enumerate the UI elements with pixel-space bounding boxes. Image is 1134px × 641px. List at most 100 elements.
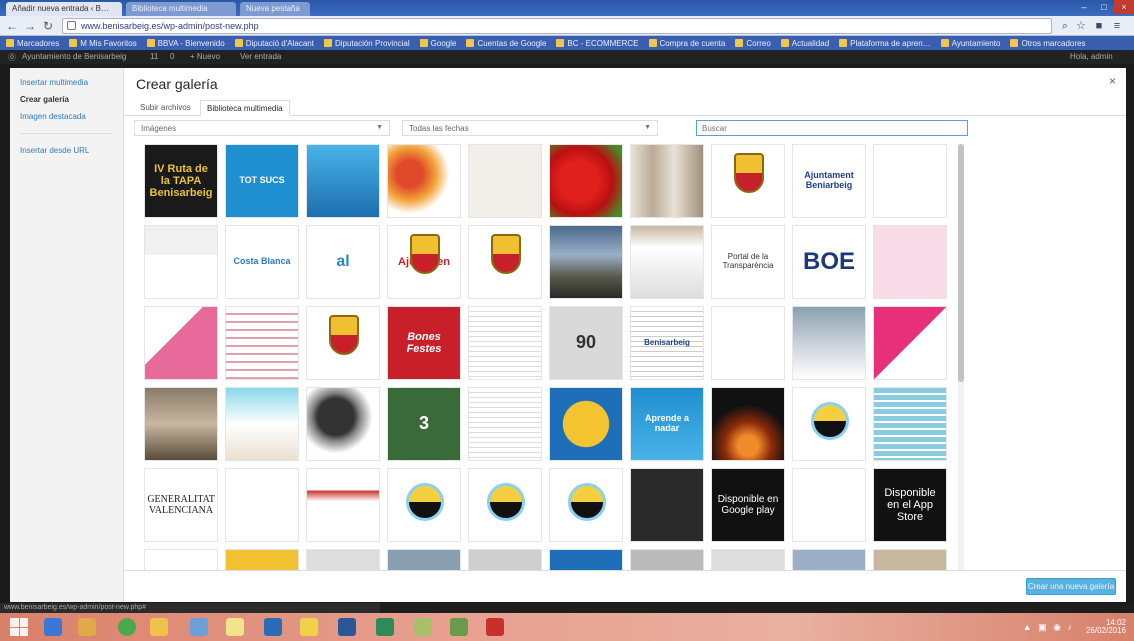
chrome-icon[interactable] (118, 618, 136, 636)
wp-logo-icon[interactable]: ⓪ (8, 52, 16, 63)
bookmark-item[interactable]: BC - ECOMMERCE (556, 39, 639, 48)
attachment-thumbnail[interactable] (630, 549, 704, 570)
attachment-thumbnail-circle-logo-4[interactable] (549, 468, 623, 542)
comments-count[interactable]: 0 (170, 52, 174, 61)
attachment-thumbnail-pink-document[interactable] (873, 225, 947, 299)
attachment-thumbnail-al-logo[interactable]: al (306, 225, 380, 299)
menu-item-insert-media[interactable]: Insertar multimedia (10, 74, 123, 91)
attachment-thumbnail-benisarbeig-doc[interactable]: Benisarbeig (630, 306, 704, 380)
attachment-thumbnail-mountain-landscape[interactable] (549, 225, 623, 299)
notes-icon[interactable] (300, 618, 318, 636)
menu-item-create-gallery[interactable]: Crear galería (10, 91, 123, 108)
attachment-thumbnail-strawberries[interactable] (549, 144, 623, 218)
browser-tab[interactable]: Nueva pestaña (240, 2, 310, 16)
attachment-thumbnail-chalkboard[interactable] (630, 468, 704, 542)
publisher-icon[interactable] (414, 618, 432, 636)
view-post-link[interactable]: Ver entrada (240, 52, 281, 61)
search-icon[interactable] (44, 618, 62, 636)
attachment-thumbnail-google-play-badge[interactable]: Disponible en Google play (711, 468, 785, 542)
attachment-thumbnail-blue-doc[interactable] (873, 387, 947, 461)
folder-icon[interactable] (150, 618, 168, 636)
close-icon[interactable]: × (1109, 74, 1116, 88)
attachment-thumbnail-speed-90[interactable]: 90 (549, 306, 623, 380)
menu-icon[interactable]: ≡ (1110, 19, 1124, 33)
attachment-thumbnail[interactable] (387, 549, 461, 570)
attachment-thumbnail-coat-of-arms-1[interactable] (711, 144, 785, 218)
explorer-icon[interactable] (226, 618, 244, 636)
minimize-icon[interactable]: – (1074, 0, 1094, 14)
acrobat-icon[interactable] (486, 618, 504, 636)
grid-scrollbar[interactable] (958, 144, 964, 570)
bookmark-item[interactable]: Marcadores (6, 39, 59, 48)
attachment-thumbnail-document-red-2[interactable] (468, 387, 542, 461)
tab-upload-files[interactable]: Subir archivos (134, 100, 197, 116)
start-button[interactable] (10, 618, 28, 636)
attachment-thumbnail-text-doc[interactable] (711, 306, 785, 380)
attachment-thumbnail-vegetables[interactable] (387, 144, 461, 218)
attachment-thumbnail-building-facade[interactable] (630, 144, 704, 218)
attachment-thumbnail-circle-logo-3[interactable] (468, 468, 542, 542)
bookmark-item[interactable]: Google (419, 39, 456, 48)
extension-icon[interactable]: ■ (1092, 19, 1106, 33)
attachment-thumbnail-tires[interactable] (306, 387, 380, 461)
attachment-thumbnail-pink-poster-2[interactable] (873, 306, 947, 380)
attachment-thumbnail-sun-sunglasses[interactable] (549, 387, 623, 461)
bookmark-item[interactable]: Compra de cuenta (648, 39, 725, 48)
updates-count[interactable]: 11 (150, 52, 158, 61)
attachment-thumbnail-circle-logo-1[interactable] (792, 387, 866, 461)
attachment-thumbnail-ruta-tapa-poster[interactable]: IV Ruta de la TAPA Benisarbeig (144, 144, 218, 218)
attachment-thumbnail-blank-doc[interactable] (792, 468, 866, 542)
attachment-thumbnail-boe-logo[interactable]: BOE (792, 225, 866, 299)
firefox-icon[interactable] (78, 618, 96, 636)
attachment-thumbnail-fish-sea-blue[interactable] (306, 144, 380, 218)
attachment-thumbnail[interactable] (792, 549, 866, 570)
attachment-thumbnail-diputacion-logo[interactable] (873, 144, 947, 218)
attachment-thumbnail-red-doc[interactable] (306, 468, 380, 542)
bookmark-item[interactable]: BBVA - Bienvenido (146, 39, 225, 48)
reload-icon[interactable]: ↻ (40, 18, 56, 34)
search-icon[interactable]: ⌕ (1058, 19, 1072, 33)
search-input[interactable] (696, 120, 968, 136)
attachment-thumbnail-portal-transparencia[interactable]: Portal de la Transparència (711, 225, 785, 299)
attachment-thumbnail-ajuntament-beniarbeig-logo[interactable]: Ajuntament Beniarbeig (792, 144, 866, 218)
attachment-thumbnail[interactable] (144, 549, 218, 570)
word-icon[interactable] (338, 618, 356, 636)
attachment-thumbnail-aprende-nadar[interactable]: Aprende a nadar (630, 387, 704, 461)
attachment-thumbnail-coat-of-arms-3[interactable] (306, 306, 380, 380)
bookmark-item[interactable]: Correo (735, 39, 771, 48)
bookmark-item[interactable]: Actualidad (780, 39, 829, 48)
attachment-thumbnail[interactable] (306, 549, 380, 570)
menu-item-insert-from-url[interactable]: Insertar desde URL (10, 142, 123, 159)
site-name-link[interactable]: Ayuntamiento de Benisarbeig (22, 52, 126, 61)
attachment-thumbnail-bones-festes[interactable]: Bones Festes (387, 306, 461, 380)
bookmark-item[interactable]: Otros marcadores (1010, 39, 1085, 48)
bookmark-item[interactable]: Cuentas de Google (466, 39, 546, 48)
bookmark-item[interactable]: Ayuntamiento (940, 39, 1000, 48)
attachment-thumbnail-generalitat-valenciana[interactable]: GENERALITAT VALENCIANA (144, 468, 218, 542)
attachment-thumbnail-old-street[interactable] (144, 387, 218, 461)
attachment-thumbnail-costa-blanca-logo[interactable]: Costa Blanca (225, 225, 299, 299)
bookmark-item[interactable]: Diputació d'Alacant (234, 39, 314, 48)
attachment-thumbnail[interactable] (549, 549, 623, 570)
attachment-thumbnail-banner-blank[interactable] (144, 225, 218, 299)
address-bar[interactable]: www.benisarbeig.es/wp-admin/post-new.php (62, 18, 1052, 34)
app-icon[interactable] (450, 618, 468, 636)
forward-icon[interactable]: → (22, 18, 38, 34)
excel-icon[interactable] (376, 618, 394, 636)
back-icon[interactable]: ← (4, 18, 20, 34)
scrollbar-thumb[interactable] (958, 144, 964, 382)
attachment-thumbnail[interactable] (873, 549, 947, 570)
attachment-thumbnail-tot-sucs-poster[interactable]: TOT SUCS (225, 144, 299, 218)
account-menu[interactable]: Hola, admin (1070, 52, 1113, 61)
attachment-thumbnail[interactable] (468, 549, 542, 570)
date-filter-select[interactable]: Todas las fechas ▼ (402, 120, 658, 136)
attachment-thumbnail[interactable] (225, 549, 299, 570)
app-icon[interactable] (190, 618, 208, 636)
attachment-thumbnail-circle-logo-2[interactable] (387, 468, 461, 542)
attachment-thumbnail-document-red[interactable] (468, 306, 542, 380)
bookmark-item[interactable]: M Mis Favoritos (69, 39, 137, 48)
attachment-thumbnail-pink-poster[interactable] (144, 306, 218, 380)
browser-tab[interactable]: Biblioteca multimedia (126, 2, 236, 16)
new-content-link[interactable]: + Nuevo (190, 52, 220, 61)
maximize-icon[interactable]: □ (1094, 0, 1114, 14)
